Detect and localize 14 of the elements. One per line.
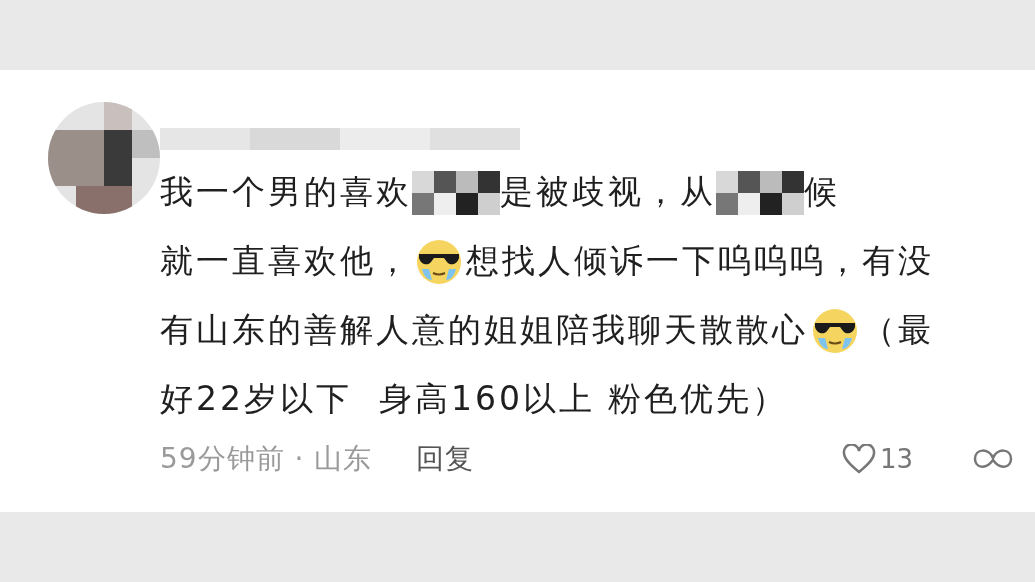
comment-text: 就一直喜欢他， <box>160 240 412 282</box>
comment-text: 有山东的善解人意的姐姐陪我聊天散散心 <box>160 309 808 351</box>
comment-text: 是被歧视，从 <box>500 171 716 213</box>
reply-button[interactable]: 回复 <box>416 440 475 478</box>
comment-text: （最 <box>862 309 934 351</box>
comment-text: 好22岁以下 身高160以上 粉色优先） <box>160 378 789 420</box>
comment-text: 想找人倾诉一下呜呜呜，有没 <box>466 240 934 282</box>
sunglasses-crying-face-icon <box>416 238 462 285</box>
comment-text: 候 <box>804 171 840 213</box>
sunglasses-crying-face-icon <box>812 307 858 354</box>
heart-icon <box>841 444 876 474</box>
comment-meta: 59分钟前 · 山东 <box>160 441 373 477</box>
like-button[interactable]: 13 <box>841 444 913 474</box>
comment-text: 我一个男的喜欢 <box>160 171 412 213</box>
